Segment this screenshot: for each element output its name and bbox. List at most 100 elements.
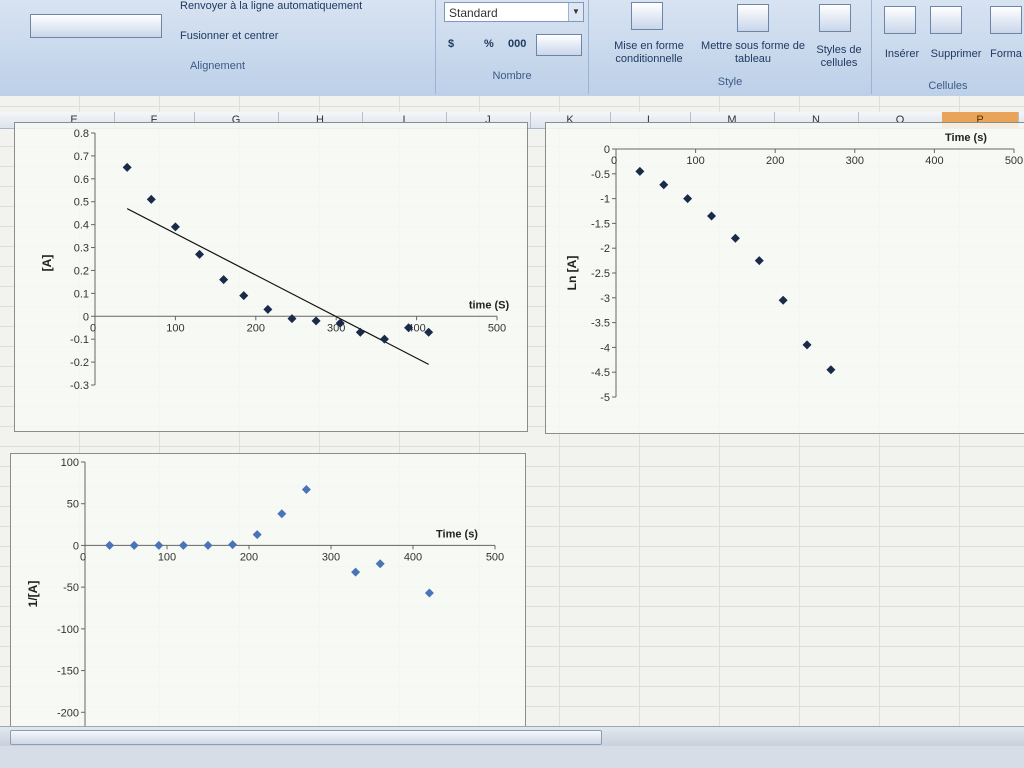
chart2-y-axis-title: Ln [A]: [565, 256, 579, 291]
chart2-data-point: [707, 211, 717, 221]
chart3-y-axis-title: 1/[A]: [26, 581, 40, 608]
chart1-data-point: [379, 334, 389, 344]
chart1-data-point: [287, 314, 297, 324]
chart1-x-tick-label: 500: [488, 322, 506, 334]
cell-styles-button[interactable]: Styles de cellules: [807, 44, 871, 70]
chart3-data-point: [105, 540, 115, 550]
chart-svg-1: 0.80.70.60.50.40.30.20.10-0.1-0.2-0.30 10…: [40, 128, 510, 392]
chart1-y-tick-label: 0.7: [74, 151, 89, 163]
chart2-data-point: [802, 340, 812, 350]
scrollbar-thumb[interactable]: [10, 730, 602, 745]
chart2-data-point: [683, 194, 693, 204]
chart3-x-tick-label: 200: [240, 551, 258, 563]
chart3-data-point: [203, 540, 213, 550]
currency-button[interactable]: $: [448, 38, 454, 50]
chart-concentration-vs-time[interactable]: 0.8 0.7 0.6 0.5 0.4 0.3 0.2 0.1 0 -0.1 -0.2 -0.3 0 10…: [14, 122, 528, 432]
chart2-y-tick-label: -2: [600, 243, 610, 255]
chart2-y-tick-label: -1.5: [591, 218, 610, 230]
chart2-x-tick-label: 100: [686, 155, 704, 167]
chart3-data-point: [424, 588, 434, 598]
chart1-x-axis-title: time (S): [469, 299, 510, 311]
chart1-y-tick-label: 0: [83, 311, 89, 323]
chart3-y-tick-label: 100: [61, 457, 79, 469]
chart3-data-point: [154, 540, 164, 550]
chart1-y-tick-label: 0.5: [74, 197, 89, 209]
chart3-data-point: [351, 567, 361, 577]
chart3-y-tick-label: 50: [67, 499, 79, 511]
chart3-x-tick-label: 0: [80, 551, 86, 563]
number-group-label: Nombre: [492, 70, 532, 82]
chart1-data-point: [355, 327, 365, 337]
chart3-data-point: [178, 540, 188, 550]
decimal-buttons-icon[interactable]: [536, 34, 582, 56]
chart2-data-point: [659, 180, 669, 190]
chart2-x-tick-label: 300: [846, 155, 864, 167]
chart-inverse-concentration-vs-time[interactable]: 100500-50-100-150-200-250010020030040050…: [10, 453, 526, 761]
chart3-data-point: [301, 485, 311, 495]
chart3-x-tick-label: 400: [404, 551, 422, 563]
chart2-y-tick-label: -3.5: [591, 318, 610, 330]
merge-center-button[interactable]: Fusionner et centrer: [180, 30, 278, 42]
align-buttons-icon[interactable]: [30, 14, 162, 38]
chart1-data-point: [122, 162, 132, 172]
chart2-x-axis-title: Time (s): [945, 132, 987, 144]
chevron-down-icon[interactable]: ▼: [568, 3, 583, 21]
conditional-format-icon[interactable]: [631, 2, 663, 30]
chart2-data-point: [730, 233, 740, 243]
thousands-button[interactable]: 000: [508, 38, 526, 50]
chart3-x-tick-label: 500: [486, 551, 504, 563]
chart3-x-axis-title: Time (s): [436, 528, 478, 540]
chart-svg-2: 0-0.5-1-1.5-2-2.5-3-3.5-4-4.5-50 100 200 30…: [565, 132, 1023, 404]
chart3-y-tick-label: -100: [57, 624, 79, 636]
alignment-group-label: Alignement: [189, 60, 246, 72]
alignment-group: Renvoyer à la ligne automatiquement Fusi…: [0, 0, 436, 94]
chart1-data-point: [195, 249, 205, 259]
chart3-data-point: [375, 559, 385, 569]
chart-svg-3: 100500-50-100-150-200-250010020030040050…: [26, 457, 504, 761]
chart1-data-point: [263, 304, 273, 314]
chart1-data-point: [239, 291, 249, 301]
cell-styles-icon[interactable]: [819, 4, 851, 32]
chart2-x-tick-label: 500: [1005, 155, 1023, 167]
chart1-data-point: [311, 316, 321, 326]
chart3-y-tick-label: -150: [57, 666, 79, 678]
chart3-data-point: [129, 540, 139, 550]
number-group: Standard ▼ $ % 000 Nombre: [436, 0, 589, 94]
chart1-y-axis-title: [A]: [40, 255, 54, 272]
chart2-data-point: [754, 256, 764, 266]
chart3-x-tick-label: 300: [322, 551, 340, 563]
chart2-x-tick-label: 400: [925, 155, 943, 167]
chart-ln-concentration-vs-time[interactable]: 0 -0.5 -1 -1.5 -2 -2.5 -3 -3.5 -4 -4.5 -5 0 100 200 30…: [545, 122, 1024, 434]
chart1-data-point: [170, 222, 180, 232]
style-group: Mise en forme conditionnelle Mettre sous…: [589, 0, 872, 94]
chart2-y-tick-label: -5: [600, 392, 610, 404]
format-table-icon[interactable]: [737, 4, 769, 32]
ribbon: Renvoyer à la ligne automatiquement Fusi…: [0, 0, 1024, 97]
number-format-select[interactable]: Standard ▼: [444, 2, 584, 22]
chart2-y-tick-label: -1: [600, 194, 610, 206]
delete-icon[interactable]: [930, 6, 962, 34]
wrap-text-button[interactable]: Renvoyer à la ligne automatiquement: [180, 0, 362, 12]
delete-button[interactable]: Supprimer: [926, 48, 986, 61]
number-format-value: Standard: [449, 6, 498, 20]
chart1-y-tick-label: 0.6: [74, 174, 89, 186]
chart1-y-tick-label: 0.1: [74, 288, 89, 300]
chart3-data-point: [277, 509, 287, 519]
chart3-x-tick-label: 100: [158, 551, 176, 563]
chart2-y-tick-label: -0.5: [591, 169, 610, 181]
conditional-format-button[interactable]: Mise en forme conditionnelle: [593, 40, 705, 66]
chart1-y-tick-label: 0.3: [74, 243, 89, 255]
chart1-y-tick-label: 0.2: [74, 265, 89, 277]
format-table-button[interactable]: Mettre sous forme de tableau: [699, 40, 807, 66]
cells-group-label: Cellules: [928, 80, 968, 92]
format-button[interactable]: Forma: [988, 48, 1024, 61]
chart2-x-tick-label: 200: [766, 155, 784, 167]
percent-button[interactable]: %: [484, 38, 494, 50]
insert-icon[interactable]: [884, 6, 916, 34]
chart2-y-tick-label: -4.5: [591, 367, 610, 379]
chart1-data-point: [146, 194, 156, 204]
format-icon[interactable]: [990, 6, 1022, 34]
chart1-y-tick-label: -0.1: [70, 334, 89, 346]
horizontal-scrollbar[interactable]: [0, 726, 1024, 747]
insert-button[interactable]: Insérer: [880, 48, 924, 61]
